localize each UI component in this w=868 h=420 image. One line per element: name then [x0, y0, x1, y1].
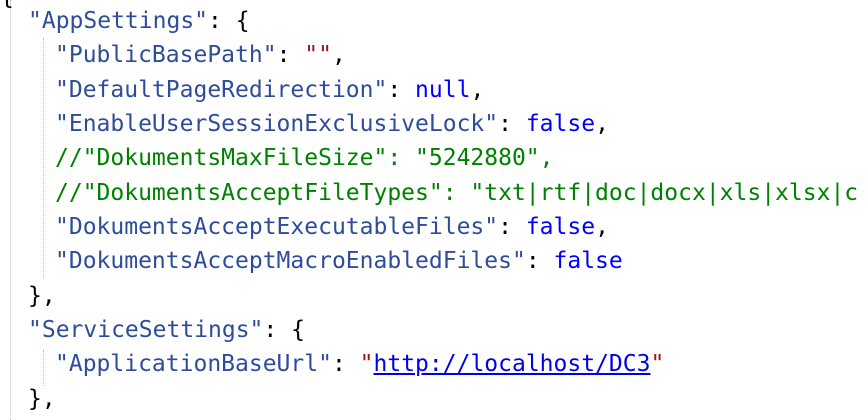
- separator: :: [208, 8, 236, 34]
- code-line-defaultpageredirection[interactable]: "DefaultPageRedirection": null,: [0, 73, 484, 107]
- json-keyword-value: false: [525, 111, 596, 137]
- separator: :: [498, 111, 526, 137]
- code-line-appsettings[interactable]: "AppSettings": {: [0, 4, 250, 38]
- json-key: "PublicBasePath": [55, 42, 277, 68]
- brace: },: [28, 283, 56, 309]
- code-line-acceptexecutablefiles[interactable]: "DokumentsAcceptExecutableFiles": false,: [0, 210, 609, 244]
- code-line-publicbasepath[interactable]: "PublicBasePath": "",: [0, 38, 346, 72]
- separator: :: [331, 351, 360, 377]
- code-comment: //"DokumentsAcceptFileTypes": "txt|rtf|d…: [55, 180, 859, 206]
- json-key: "ServiceSettings": [28, 317, 264, 343]
- comma: ,: [470, 77, 485, 103]
- json-string-value: "": [304, 42, 332, 68]
- json-key: "DefaultPageRedirection": [55, 77, 388, 103]
- comma: ,: [595, 214, 609, 240]
- url-link[interactable]: http://localhost/DC3: [374, 351, 651, 377]
- code-line-comment-maxfilesize[interactable]: //"DokumentsMaxFileSize": "5242880",: [0, 141, 554, 175]
- comma: ,: [331, 42, 346, 68]
- json-key: "AppSettings": [28, 8, 209, 34]
- separator: :: [387, 77, 416, 103]
- code-line-enableusersessionexclusivelock[interactable]: "EnableUserSessionExclusiveLock": false,: [0, 107, 609, 141]
- code-line-acceptmacroenabledfiles[interactable]: "DokumentsAcceptMacroEnabledFiles": fals…: [0, 244, 623, 278]
- separator: :: [263, 317, 292, 343]
- json-key: "DokumentsAcceptExecutableFiles": [55, 214, 499, 240]
- code-line-close-servicesettings[interactable]: },: [0, 382, 56, 416]
- separator: :: [276, 42, 305, 68]
- quote: ": [650, 351, 665, 377]
- json-key: "ApplicationBaseUrl": [55, 351, 332, 377]
- json-key: "EnableUserSessionExclusiveLock": [55, 111, 499, 137]
- json-keyword-value: false: [525, 214, 596, 240]
- brace: {: [291, 317, 305, 343]
- code-line-servicesettings[interactable]: "ServiceSettings": {: [0, 313, 305, 347]
- code-line-applicationbaseurl[interactable]: "ApplicationBaseUrl": "http://localhost/…: [0, 347, 664, 381]
- quote: ": [359, 351, 374, 377]
- code-line-close-appsettings[interactable]: },: [0, 279, 56, 313]
- brace: },: [28, 386, 56, 412]
- json-key: "DokumentsAcceptMacroEnabledFiles": [55, 248, 526, 274]
- json-keyword-value: null: [415, 77, 471, 103]
- code-line-comment-acceptfiletypes[interactable]: //"DokumentsAcceptFileTypes": "txt|rtf|d…: [0, 176, 858, 210]
- json-keyword-value: false: [553, 248, 623, 274]
- code-comment: //"DokumentsMaxFileSize": "5242880",: [55, 145, 554, 171]
- comma: ,: [595, 111, 609, 137]
- brace: {: [235, 8, 250, 34]
- separator: :: [525, 248, 554, 274]
- separator: :: [498, 214, 526, 240]
- code-editor[interactable]: { "AppSettings": { "PublicBasePath": "",…: [0, 0, 868, 420]
